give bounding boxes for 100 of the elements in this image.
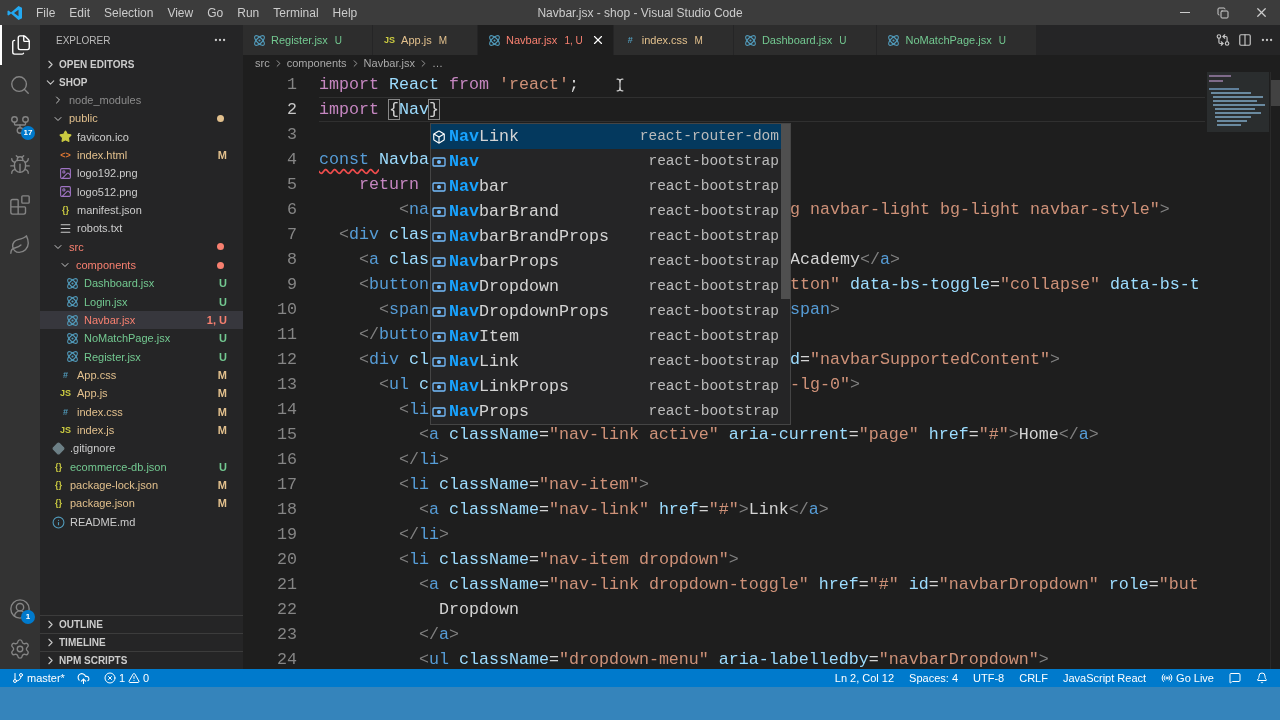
code-line: Dropdown: [437, 599, 519, 621]
file-tree-item[interactable]: node_modules: [40, 91, 243, 110]
code-line: <div clas: [338, 224, 429, 246]
file-tree-item[interactable]: robots.txt: [40, 219, 243, 238]
react-icon: [743, 33, 757, 47]
split-editor-icon[interactable]: [1238, 33, 1252, 47]
suggestion-item[interactable]: NavDropdown react-bootstrap: [431, 274, 781, 299]
file-tree-item[interactable]: Login.jsx U: [40, 292, 243, 312]
file-type-icon: #: [623, 35, 637, 45]
file-tree-item[interactable]: {} manifest.json: [40, 201, 243, 220]
section-header[interactable]: OPEN EDITORS: [40, 55, 243, 73]
section-header[interactable]: OUTLINE: [40, 615, 243, 633]
scrollbar-thumb[interactable]: [1271, 80, 1280, 106]
restore-icon: [1217, 6, 1229, 19]
file-tree-item[interactable]: favicon.ico: [40, 127, 243, 147]
file-type-icon: {}: [52, 462, 65, 472]
suggestion-item[interactable]: Navbar react-bootstrap: [431, 174, 781, 199]
suggestion-item[interactable]: NavLink react-bootstrap: [431, 349, 781, 374]
breadcrumb[interactable]: Navbar.jsx: [363, 55, 415, 72]
file-tree-item[interactable]: Dashboard.jsx U: [40, 274, 243, 293]
suggestion-item[interactable]: NavLink react-router-dom: [431, 124, 781, 149]
file-tree-item[interactable]: components: [40, 256, 243, 275]
menu-item[interactable]: Help: [325, 3, 365, 22]
suggestion-item[interactable]: NavbarProps react-bootstrap: [431, 249, 781, 274]
lines-icon: [59, 222, 72, 236]
cloud-upload-icon[interactable]: [76, 671, 90, 685]
bug-icon: [9, 154, 31, 176]
editor-tab[interactable]: NoMatchPage.jsx U: [877, 25, 1037, 55]
menu-item[interactable]: Edit: [62, 3, 98, 22]
git-status: M: [438, 33, 447, 48]
menu-item[interactable]: Go: [200, 3, 231, 22]
file-tree-item[interactable]: .gitignore: [40, 439, 243, 458]
file-tree-item[interactable]: JS App.js M: [40, 384, 243, 403]
compare-icon[interactable]: [1216, 33, 1230, 47]
menu-item[interactable]: Selection: [97, 3, 161, 22]
status-item[interactable]: JavaScript React: [1062, 669, 1147, 687]
search-icon: [9, 74, 31, 96]
status-item[interactable]: Ln 2, Col 12: [834, 669, 895, 687]
file-type-icon: #: [59, 370, 72, 380]
file-tree-item[interactable]: logo512.png: [40, 182, 243, 202]
file-tree-item[interactable]: JS index.js M: [40, 421, 243, 440]
code-line: <li className="nav-item">: [397, 474, 649, 496]
git-status: 1, U: [564, 33, 583, 48]
breadcrumb[interactable]: src: [255, 55, 270, 72]
file-tree-item[interactable]: Navbar.jsx 1, U: [40, 311, 243, 330]
branch-status[interactable]: master*: [12, 669, 65, 687]
section-header[interactable]: TIMELINE: [40, 633, 243, 651]
file-tree-item[interactable]: # App.css M: [40, 366, 243, 385]
broadcast-icon: [1161, 672, 1174, 684]
menu-item[interactable]: Run: [230, 3, 267, 22]
file-tree-item[interactable]: logo192.png: [40, 164, 243, 183]
file-tree-item[interactable]: {} package-lock.json M: [40, 476, 243, 495]
bell-icon[interactable]: [1256, 672, 1268, 684]
file-tree-item[interactable]: NoMatchPage.jsx U: [40, 329, 243, 348]
suggestion-item[interactable]: NavDropdownProps react-bootstrap: [431, 299, 781, 324]
menu-item[interactable]: Terminal: [266, 3, 326, 22]
breadcrumb[interactable]: components: [286, 55, 347, 72]
line-number: 10: [276, 299, 297, 321]
file-tree-item[interactable]: # index.css M: [40, 402, 243, 422]
file-tree-item[interactable]: src: [40, 237, 243, 257]
file-name: Navbar.jsx: [84, 313, 136, 329]
line-number: 14: [276, 399, 297, 421]
file-tree-item[interactable]: {} ecommerce-db.json U: [40, 457, 243, 477]
scrollbar-thumb[interactable]: [781, 124, 790, 299]
suggestion-item[interactable]: NavItem react-bootstrap: [431, 324, 781, 349]
editor-tab[interactable]: Navbar.jsx 1, U: [478, 25, 614, 55]
problems-status[interactable]: 1 0: [103, 669, 150, 687]
editor-tab[interactable]: Register.jsx U: [243, 25, 374, 55]
activity-bar-item[interactable]: 1: [0, 589, 40, 629]
status-item[interactable]: UTF-8: [973, 669, 1005, 687]
suggestion-item[interactable]: NavProps react-bootstrap: [431, 399, 781, 424]
file-tree-item[interactable]: public: [40, 109, 243, 128]
status-item[interactable]: CRLF: [1019, 669, 1048, 687]
feedback-icon[interactable]: [1229, 672, 1241, 684]
suggestion-item[interactable]: NavbarBrand react-bootstrap: [431, 199, 781, 224]
file-tree-item[interactable]: <> index.html M: [40, 146, 243, 165]
file-tree-item[interactable]: README.md: [40, 512, 243, 532]
menu-item[interactable]: View: [160, 3, 201, 22]
code-line: span>: [790, 299, 840, 321]
suggestion-label: NavDropdownProps: [449, 301, 609, 323]
editor-tab[interactable]: Dashboard.jsx U: [733, 25, 878, 55]
code-line: return: [357, 174, 419, 196]
suggestion-item[interactable]: NavbarBrandProps react-bootstrap: [431, 224, 781, 249]
field-icon: [432, 255, 446, 268]
suggestion-item[interactable]: Nav react-bootstrap: [431, 149, 781, 174]
file-tree-item[interactable]: Register.jsx U: [40, 347, 243, 367]
activity-bar-item[interactable]: 17: [0, 105, 40, 145]
line-number: 7: [286, 224, 297, 246]
editor-tab[interactable]: # index.css M: [613, 25, 734, 55]
section-header[interactable]: SHOP: [40, 73, 243, 91]
file-type-icon: {}: [52, 499, 65, 509]
branch-icon: [12, 672, 24, 684]
editor-tab[interactable]: JS App.js M: [373, 25, 478, 55]
file-name: manifest.json: [77, 203, 142, 218]
status-item[interactable]: Spaces: 4: [909, 669, 958, 687]
go-live-button[interactable]: Go Live: [1161, 669, 1214, 687]
menu-item[interactable]: File: [29, 3, 63, 22]
breadcrumb[interactable]: …: [431, 55, 443, 72]
suggestion-item[interactable]: NavLinkProps react-bootstrap: [431, 374, 781, 399]
file-tree-item[interactable]: {} package.json M: [40, 494, 243, 513]
